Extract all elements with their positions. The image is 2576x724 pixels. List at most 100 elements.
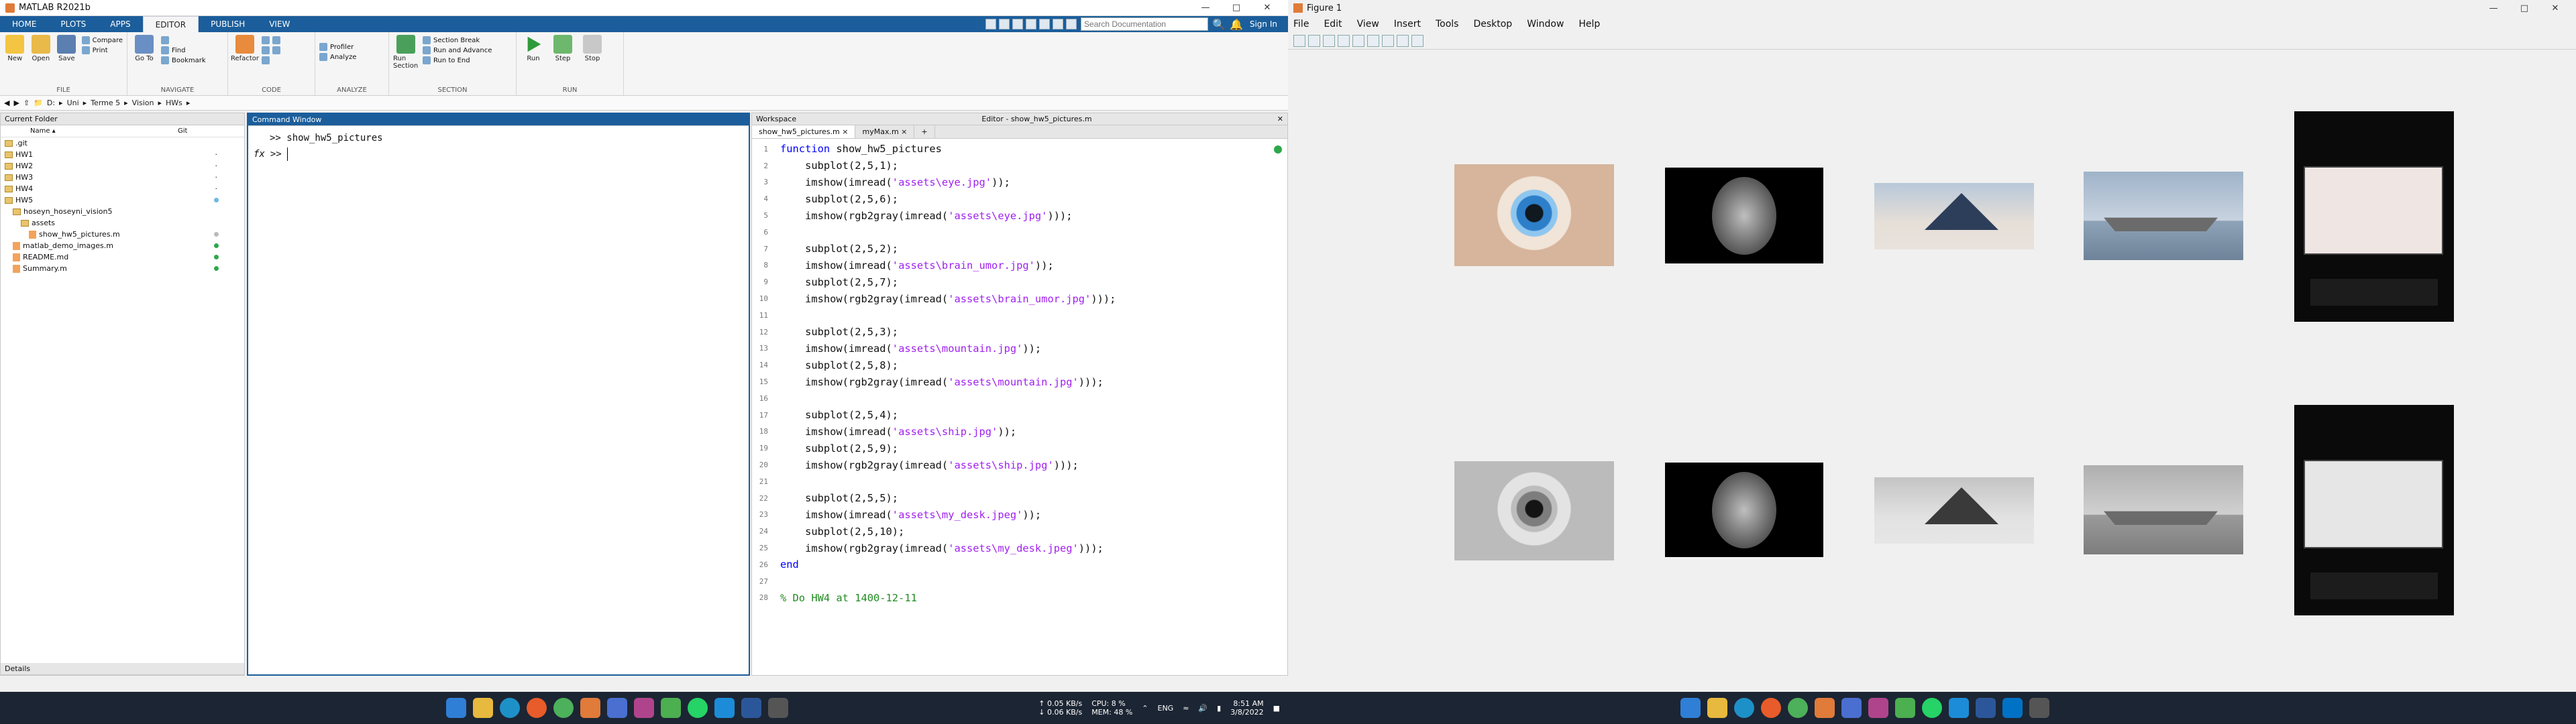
breadcrumb-1[interactable]: Uni [67,99,79,107]
code-line[interactable]: 5 imshow(rgb2gray(imread('assets\eye.jpg… [752,207,1287,224]
code-line[interactable]: 12 subplot(2,5,3); [752,324,1287,341]
app-icon-2[interactable] [1868,698,1888,718]
name-column-header[interactable]: Name ▴ [3,127,178,135]
vscode-icon[interactable] [714,698,735,718]
code-line[interactable]: 8 imshow(imread('assets\brain_umor.jpg')… [752,257,1287,274]
redo-icon[interactable] [1053,19,1064,29]
word-icon[interactable] [741,698,761,718]
tab-home[interactable]: HOME [0,16,48,32]
help-icon[interactable] [1066,19,1077,29]
print-figure-icon[interactable] [1338,34,1350,47]
edge-icon-2[interactable] [1734,698,1754,718]
maximize-button[interactable]: □ [1221,0,1252,16]
windows-start-icon-2[interactable] [1680,698,1701,718]
code-line[interactable]: 23 imshow(imread('assets\my_desk.jpeg'))… [752,507,1287,524]
fx-icon[interactable]: fx [254,146,265,162]
code-line[interactable]: 24 subplot(2,5,10); [752,523,1287,540]
code-line[interactable]: 21 [752,473,1287,490]
analyze-button[interactable]: Analyze [319,53,356,61]
matlab-taskbar-icon-2[interactable] [1815,698,1835,718]
editor-tab-show-hw5[interactable]: show_hw5_pictures.m × [752,125,856,138]
folder-item[interactable]: hoseyn_hoseyni_vision5 [1,206,244,217]
close-button[interactable]: ✕ [1252,0,1283,16]
new-figure-icon[interactable] [1293,34,1305,47]
folder-item[interactable]: assets [1,217,244,229]
code-line[interactable]: 17 subplot(2,5,4); [752,407,1287,424]
run-and-advance-button[interactable]: Run and Advance [423,46,492,54]
discord-icon[interactable] [607,698,627,718]
vscode-icon-2[interactable] [1949,698,1969,718]
menu-view[interactable]: View [1357,19,1379,29]
command-input[interactable] [286,147,488,161]
folder-item[interactable]: .git [1,137,244,149]
open-file-icon[interactable] [1308,34,1320,47]
code-line[interactable]: 1 function show_hw5_pictures [752,141,1287,158]
sign-in-link[interactable]: Sign In [1247,19,1280,29]
chrome-icon[interactable] [553,698,574,718]
code-line[interactable]: 16 [752,390,1287,407]
folder-item[interactable]: Summary.m [1,263,244,274]
mail-icon[interactable] [2002,698,2023,718]
code-line[interactable]: 18 imshow(imread('assets\ship.jpg')); [752,424,1287,440]
media-player-icon-2[interactable] [1761,698,1781,718]
notification-icon[interactable]: ■ [1273,704,1280,713]
find-button[interactable]: Find [161,46,206,54]
android-studio-icon[interactable] [661,698,681,718]
menu-desktop[interactable]: Desktop [1473,19,1512,29]
folder-item[interactable]: HW3 · [1,172,244,183]
bell-icon[interactable]: 🔔 [1230,18,1243,31]
app-icon[interactable] [634,698,654,718]
volume-icon[interactable]: 🔊 [1198,704,1208,713]
run-to-end-button[interactable]: Run to End [423,56,492,64]
tab-view[interactable]: VIEW [257,16,302,32]
link-plot-icon[interactable] [1352,34,1364,47]
insert-colorbar-icon[interactable] [1367,34,1379,47]
chevron-up-icon[interactable]: ⌃ [1142,704,1148,713]
edit-plot-icon[interactable] [1397,34,1409,47]
tab-apps[interactable]: APPS [98,16,142,32]
word-icon-2[interactable] [1976,698,1996,718]
comment-button[interactable] [262,36,280,44]
back-button[interactable] [161,36,206,44]
whatsapp-icon-2[interactable] [1922,698,1942,718]
matlab-taskbar-icon[interactable] [580,698,600,718]
code-line[interactable]: 28 % Do HW4 at 1400-12-11 [752,590,1287,607]
folder-item[interactable]: show_hw5_pictures.m [1,229,244,240]
code-line[interactable]: 27 [752,573,1287,590]
search-icon[interactable]: 🔍 [1212,18,1226,31]
chrome-icon-2[interactable] [1788,698,1808,718]
new-tab-button[interactable]: + [914,125,935,138]
back-nav-icon[interactable]: ◀ [4,99,9,107]
code-line[interactable]: 20 imshow(rgb2gray(imread('assets\ship.j… [752,457,1287,473]
undo-icon[interactable] [1039,19,1051,29]
code-line[interactable]: 7 subplot(2,5,2); [752,241,1287,257]
menu-file[interactable]: File [1293,19,1309,29]
details-panel[interactable]: Details [1,663,244,675]
bookmark-button[interactable]: Bookmark [161,56,206,64]
clock[interactable]: 8:51 AM 3/8/2022 [1230,699,1263,717]
figure-minimize-button[interactable]: — [2478,0,2509,16]
folder-item[interactable]: HW4 · [1,183,244,194]
menu-help[interactable]: Help [1578,19,1600,29]
insert-legend-icon[interactable] [1382,34,1394,47]
figure-maximize-button[interactable]: □ [2509,0,2540,16]
android-studio-icon-2[interactable] [1895,698,1915,718]
code-line[interactable]: 19 subplot(2,5,9); [752,440,1287,457]
code-line[interactable]: 14 subplot(2,5,8); [752,357,1287,373]
paste-icon[interactable] [1026,19,1037,29]
code-line[interactable]: 26 end [752,556,1287,573]
language-indicator[interactable]: ENG [1158,704,1174,713]
search-documentation-input[interactable] [1081,17,1209,31]
cut-icon[interactable] [999,19,1010,29]
save-icon[interactable] [985,19,997,29]
print-button[interactable]: Print [81,46,123,54]
up-folder-icon[interactable]: ⇧ [23,99,30,107]
folder-item[interactable]: matlab_demo_images.m [1,240,244,251]
profiler-button[interactable]: Profiler [319,43,356,51]
menu-window[interactable]: Window [1527,19,1564,29]
code-line[interactable]: 2 subplot(2,5,1); [752,158,1287,174]
code-line[interactable]: 9 subplot(2,5,7); [752,274,1287,290]
code-line[interactable]: 15 imshow(rgb2gray(imread('assets\mounta… [752,373,1287,390]
folder-item[interactable]: HW5 [1,194,244,206]
code-line[interactable]: 6 [752,224,1287,241]
